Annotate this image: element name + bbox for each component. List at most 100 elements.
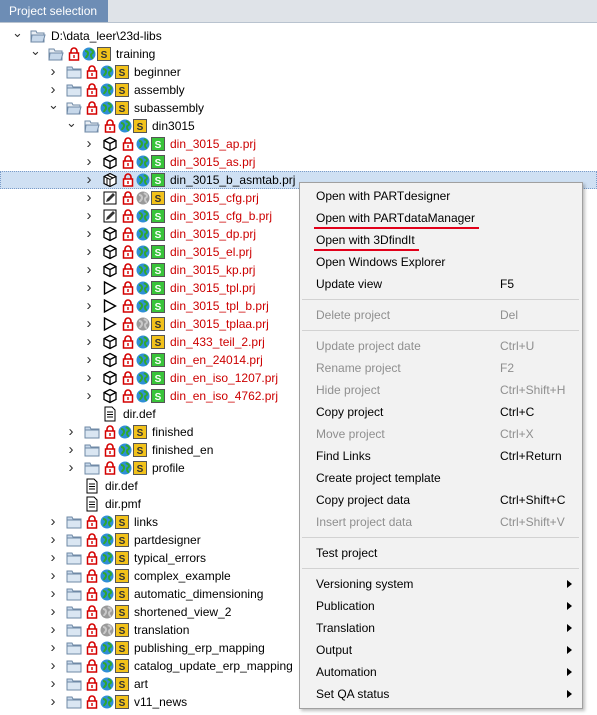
tree-item-label: shortened_view_2	[134, 605, 232, 619]
submenu-arrow-icon	[567, 624, 572, 632]
menu-item-publication[interactable]: Publication	[300, 595, 582, 617]
expand-icon[interactable]: ›	[48, 567, 58, 585]
expand-icon[interactable]: ›	[84, 315, 94, 333]
expand-icon[interactable]: ›	[48, 693, 58, 711]
expand-icon[interactable]: ›	[84, 189, 94, 207]
tree-item-label: finished	[152, 425, 194, 439]
menu-separator	[302, 330, 579, 331]
document-icon	[102, 406, 118, 422]
tree-row[interactable]: ⌄ Sdin3015	[0, 116, 597, 135]
expand-icon[interactable]: ›	[66, 423, 76, 441]
collapse-icon[interactable]: ⌄	[48, 98, 59, 117]
tree-row[interactable]: › Sassembly	[0, 81, 597, 99]
expand-icon[interactable]: ›	[66, 459, 76, 477]
expand-icon[interactable]: ›	[84, 207, 94, 225]
tree-row[interactable]: › Sbeginner	[0, 63, 597, 81]
menu-item-output[interactable]: Output	[300, 639, 582, 661]
expand-icon[interactable]: ›	[48, 603, 58, 621]
collapse-icon[interactable]: ⌄	[12, 26, 23, 45]
folder-icon	[66, 640, 82, 656]
menu-item-create-project-template[interactable]: Create project template	[300, 467, 582, 489]
menu-item-label: Open with PARTdesigner	[316, 189, 451, 203]
menu-item-delete-project[interactable]: Delete project Del	[300, 304, 582, 326]
tree-row[interactable]: ⌄ D:\data_leer\23d-libs	[0, 26, 597, 45]
status-s-yellow-icon: S	[114, 622, 130, 638]
status-s-yellow-icon: S	[132, 460, 148, 476]
expand-icon[interactable]: ›	[84, 153, 94, 171]
expand-icon[interactable]: ›	[84, 369, 94, 387]
tree-row[interactable]: › Sdin_3015_as.prj	[0, 153, 597, 171]
menu-item-translation[interactable]: Translation	[300, 617, 582, 639]
expand-icon[interactable]: ›	[84, 135, 94, 153]
menu-item-copy-project-data[interactable]: Copy project data Ctrl+Shift+C	[300, 489, 582, 511]
menu-item-label: Publication	[316, 599, 375, 613]
menu-item-find-links[interactable]: Find Links Ctrl+Return	[300, 445, 582, 467]
menu-item-test-project[interactable]: Test project	[300, 542, 582, 564]
menu-item-open-with-3dfindit[interactable]: Open with 3DfindIt	[300, 229, 582, 251]
lock-icon	[84, 82, 100, 98]
expand-icon[interactable]: ›	[84, 261, 94, 279]
tab-project-selection[interactable]: Project selection	[0, 0, 108, 22]
folder-open-icon	[30, 28, 46, 44]
tree-row[interactable]: › Sdin_3015_ap.prj	[0, 135, 597, 153]
status-s-yellow-icon: S	[150, 190, 166, 206]
submenu-arrow-icon	[567, 646, 572, 654]
expand-icon[interactable]: ›	[48, 531, 58, 549]
menu-item-open-with-partdatamanager[interactable]: Open with PARTdataManager	[300, 207, 582, 229]
expand-icon[interactable]: ›	[48, 657, 58, 675]
expand-icon[interactable]: ›	[84, 333, 94, 351]
tree-row[interactable]: ⌄ Straining	[0, 44, 597, 63]
expand-icon[interactable]: ›	[84, 171, 94, 189]
lock-icon	[102, 424, 118, 440]
tree-item-label: profile	[152, 461, 185, 475]
tree-row[interactable]: ⌄ Ssubassembly	[0, 98, 597, 117]
menu-item-open-windows-explorer[interactable]: Open Windows Explorer	[300, 251, 582, 273]
menu-item-update-project-date[interactable]: Update project date Ctrl+U	[300, 335, 582, 357]
collapse-icon[interactable]: ⌄	[66, 116, 77, 135]
menu-item-move-project[interactable]: Move project Ctrl+X	[300, 423, 582, 445]
menu-item-copy-project[interactable]: Copy project Ctrl+C	[300, 401, 582, 423]
svg-text:S: S	[119, 698, 126, 709]
cube-icon	[102, 226, 118, 242]
globe-icon	[99, 64, 115, 80]
lock-icon	[102, 460, 118, 476]
expand-icon[interactable]: ›	[48, 639, 58, 657]
status-s-green-icon: S	[150, 136, 166, 152]
menu-item-hide-project[interactable]: Hide project Ctrl+Shift+H	[300, 379, 582, 401]
edit-icon	[102, 208, 118, 224]
menu-item-label: Open Windows Explorer	[316, 255, 446, 269]
menu-item-rename-project[interactable]: Rename project F2	[300, 357, 582, 379]
expand-icon[interactable]: ›	[84, 243, 94, 261]
expand-icon[interactable]: ›	[48, 585, 58, 603]
expand-icon[interactable]: ›	[48, 63, 58, 81]
tree-item-label: beginner	[134, 65, 181, 79]
menu-item-versioning-system[interactable]: Versioning system	[300, 573, 582, 595]
status-s-green-icon: S	[150, 298, 166, 314]
expand-icon[interactable]: ›	[48, 513, 58, 531]
menu-item-set-qa-status[interactable]: Set QA status	[300, 683, 582, 705]
folder-icon	[66, 586, 82, 602]
tree-item-label: din_3015_tpl.prj	[170, 281, 256, 295]
menu-item-open-with-partdesigner[interactable]: Open with PARTdesigner	[300, 185, 582, 207]
expand-icon[interactable]: ›	[48, 621, 58, 639]
expand-icon[interactable]: ›	[48, 675, 58, 693]
menu-item-update-view[interactable]: Update view F5	[300, 273, 582, 295]
triangle-icon	[102, 298, 118, 314]
expand-icon[interactable]: ›	[84, 225, 94, 243]
lock-icon	[120, 226, 136, 242]
lock-icon	[84, 586, 100, 602]
status-s-yellow-icon: S	[114, 514, 130, 530]
tree-item-label: D:\data_leer\23d-libs	[51, 29, 162, 43]
expand-icon[interactable]: ›	[84, 351, 94, 369]
expand-icon[interactable]: ›	[66, 441, 76, 459]
expand-icon[interactable]: ›	[84, 387, 94, 405]
tree-item-label: din_3015_cfg.prj	[170, 191, 259, 205]
triangle-icon	[102, 316, 118, 332]
expand-icon[interactable]: ›	[84, 297, 94, 315]
menu-item-automation[interactable]: Automation	[300, 661, 582, 683]
expand-icon[interactable]: ›	[84, 279, 94, 297]
collapse-icon[interactable]: ⌄	[30, 44, 41, 63]
menu-item-insert-project-data[interactable]: Insert project data Ctrl+Shift+V	[300, 511, 582, 533]
expand-icon[interactable]: ›	[48, 549, 58, 567]
globe-icon	[135, 370, 151, 386]
